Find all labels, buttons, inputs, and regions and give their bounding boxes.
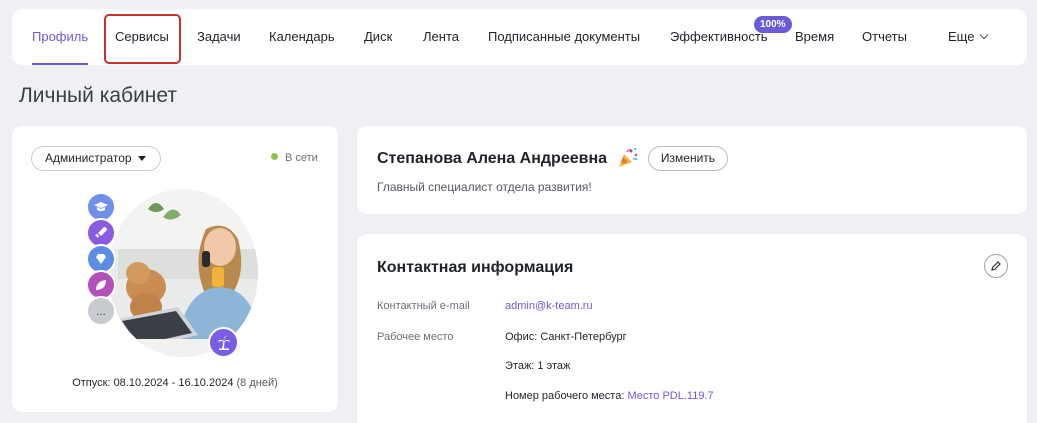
- party-popper-icon: [616, 146, 640, 175]
- contact-title: Контактная информация: [377, 259, 574, 276]
- tab-calendar[interactable]: Календарь: [269, 9, 335, 65]
- user-name: Степанова Алена Андреевна: [377, 150, 608, 167]
- floor-value: Этаж: 1 этаж: [505, 360, 571, 372]
- vacation-label: Отпуск:: [72, 377, 111, 389]
- page-title: Личный кабинет: [19, 84, 177, 107]
- tab-services[interactable]: Сервисы: [115, 9, 169, 65]
- tab-reports[interactable]: Отчеты: [862, 9, 907, 65]
- more-achievements-icon[interactable]: ...: [86, 296, 116, 326]
- tab-tasks[interactable]: Задачи: [197, 9, 241, 65]
- user-position: Главный специалист отдела развития!: [377, 180, 592, 194]
- chevron-down-icon: [980, 30, 989, 40]
- profile-photo-card: Администратор В сети ... Отпуск: 08.10.2…: [12, 126, 338, 412]
- tab-efficiency[interactable]: Эффективность: [670, 9, 768, 65]
- contact-info-card: Контактная информация Контактный e-mail …: [357, 234, 1027, 423]
- online-status-label: В сети: [285, 152, 318, 164]
- tab-feed[interactable]: Лента: [423, 9, 459, 65]
- online-status: В сети: [271, 152, 318, 164]
- desk-row: Номер рабочего места: Место PDL.119.7: [505, 390, 714, 402]
- tab-profile[interactable]: Профиль: [32, 9, 89, 65]
- tab-time[interactable]: Время: [795, 9, 834, 65]
- vacation-palm-icon[interactable]: [208, 327, 239, 358]
- tab-signed-documents[interactable]: Подписанные документы: [488, 9, 640, 65]
- efficiency-badge: 100%: [754, 16, 792, 33]
- workplace-label: Рабочее место: [377, 331, 454, 343]
- vacation-dates: 08.10.2024 - 16.10.2024: [113, 377, 234, 389]
- edit-contact-button[interactable]: [984, 254, 1008, 278]
- profile-name-card: Степанова Алена Андреевна Изменить Главн…: [357, 126, 1027, 214]
- online-dot-icon: [271, 153, 278, 160]
- vacation-days: (8 дней): [236, 377, 278, 389]
- tab-more[interactable]: Еще: [948, 9, 989, 65]
- more-label: Еще: [948, 29, 975, 44]
- tab-disk[interactable]: Диск: [364, 9, 392, 65]
- pencil-icon: [991, 261, 1001, 271]
- office-value: Офис: Санкт-Петербург: [505, 331, 627, 343]
- email-label: Контактный e-mail: [377, 300, 470, 312]
- caret-down-icon: [138, 156, 146, 161]
- desk-label: Номер рабочего места:: [505, 390, 625, 402]
- role-label: Администратор: [45, 151, 132, 165]
- vacation-info: Отпуск: 08.10.2024 - 16.10.2024 (8 дней): [12, 377, 338, 389]
- role-dropdown[interactable]: Администратор: [31, 146, 161, 171]
- desk-link[interactable]: Место PDL.119.7: [627, 390, 713, 402]
- email-link[interactable]: admin@k-team.ru: [505, 300, 593, 312]
- top-nav: Профиль Сервисы Задачи Календарь Диск Ле…: [12, 9, 1027, 65]
- edit-profile-button[interactable]: Изменить: [648, 146, 728, 171]
